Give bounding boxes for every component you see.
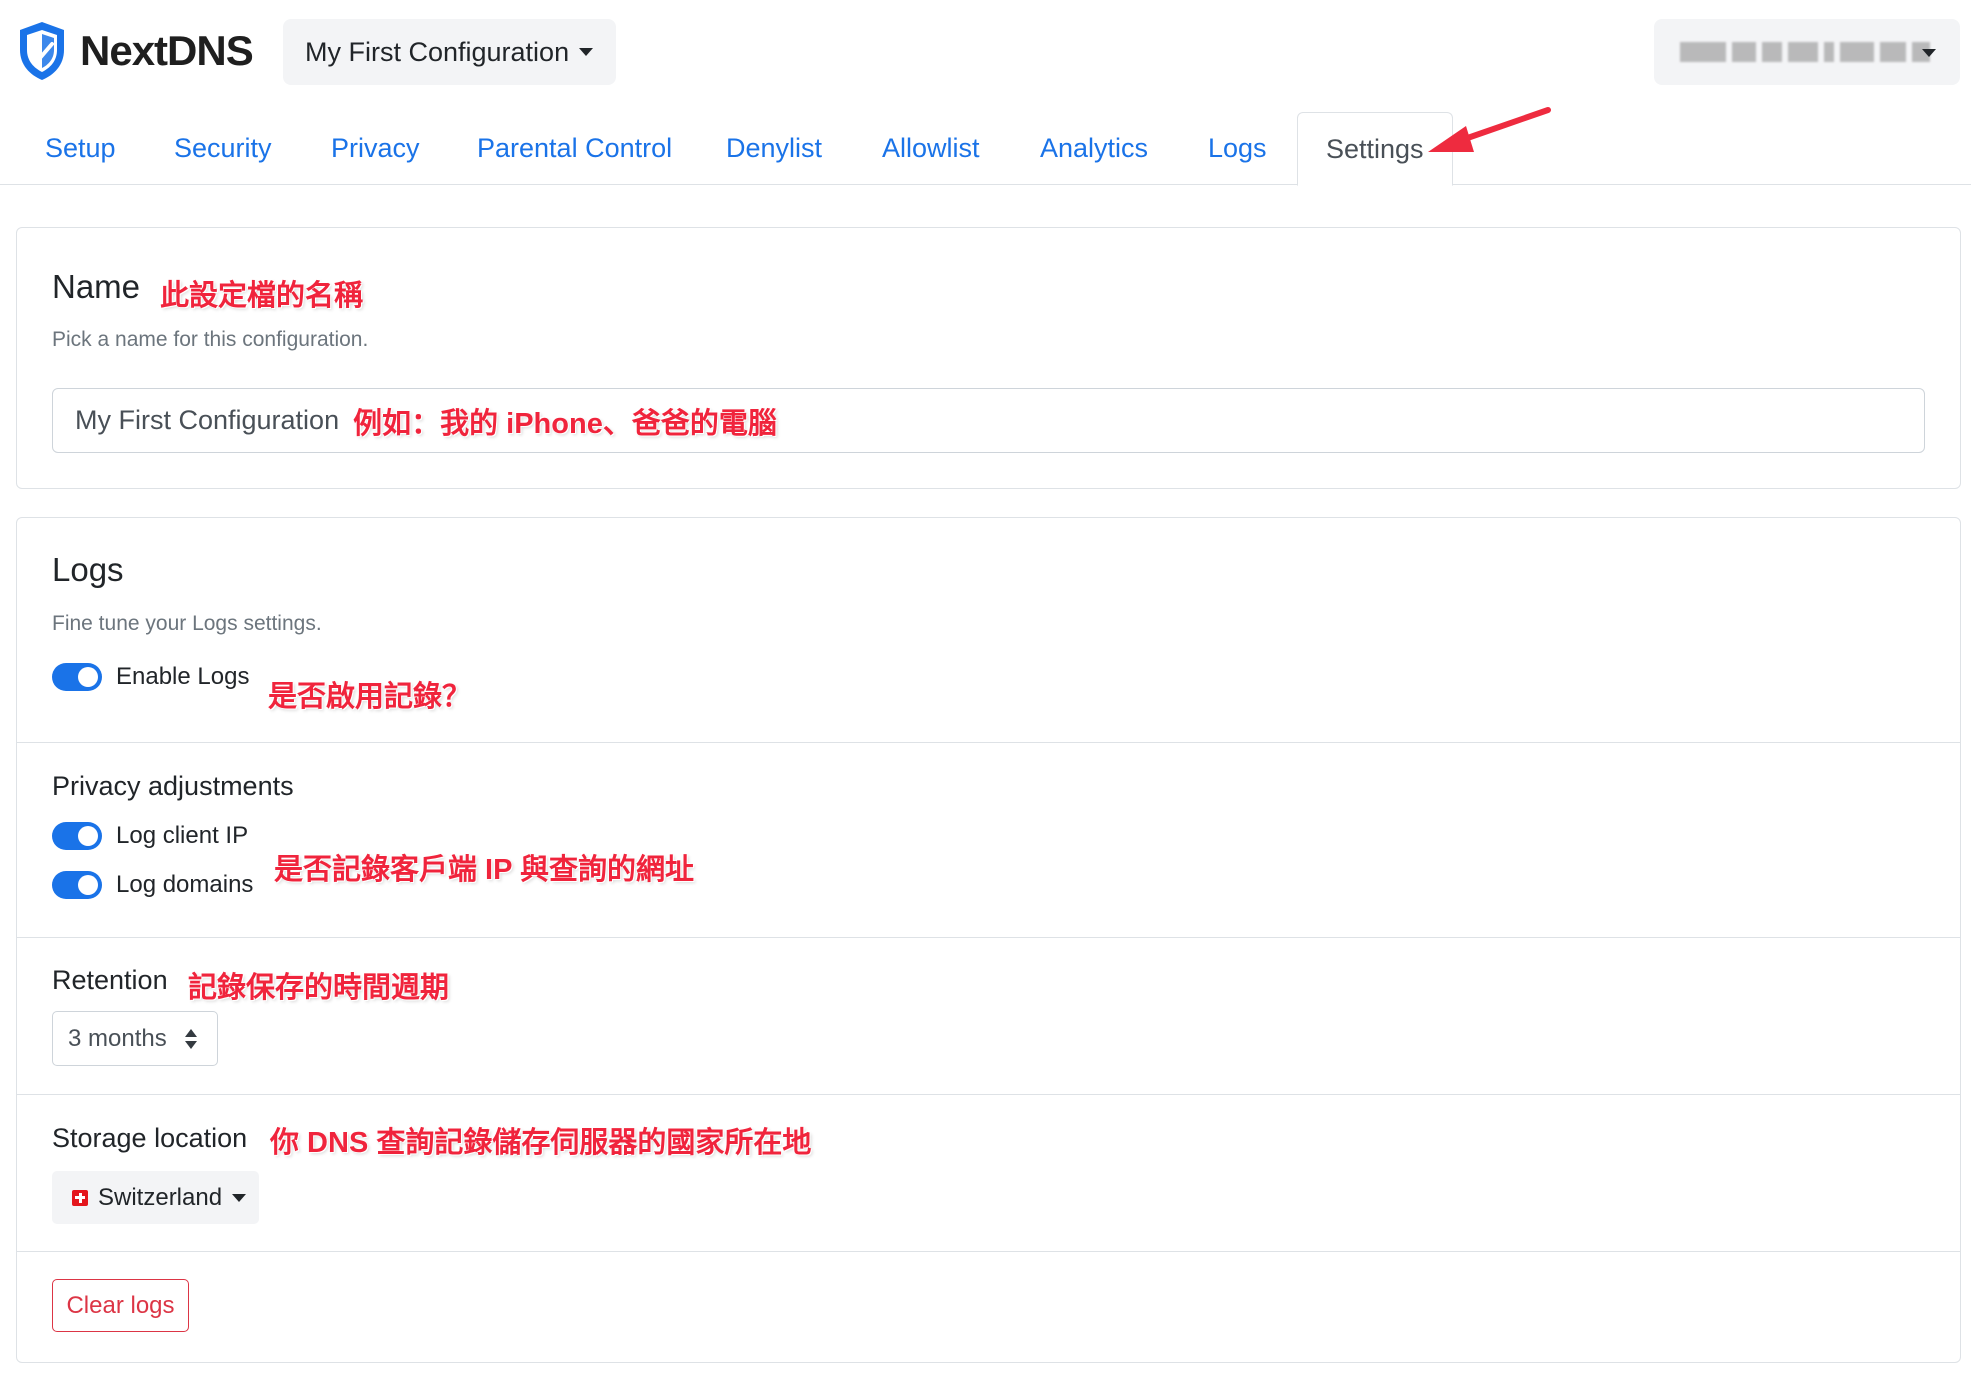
storage-location-dropdown[interactable]: Switzerland [52,1171,259,1224]
annotation-arrow-icon [1428,107,1551,152]
name-card: Name 此設定檔的名稱 Pick a name for this config… [16,227,1961,489]
tab-privacy[interactable]: Privacy [331,112,420,185]
tab-allowlist[interactable]: Allowlist [882,112,980,185]
enable-logs-row[interactable]: Enable Logs [52,663,249,691]
caret-down-icon [579,48,594,56]
retention-annotation: 記錄保存的時間週期 [188,972,450,1004]
enable-logs-annotation: 是否啟用記錄？ [268,681,472,713]
privacy-annotation: 是否記錄客戶端 IP 與查詢的網址 [274,854,694,886]
configuration-selector-label: My First Configuration [305,36,570,67]
tab-parental-control[interactable]: Parental Control [477,112,672,185]
storage-location-value: Switzerland [98,1183,223,1211]
tab-analytics[interactable]: Analytics [1040,112,1148,185]
privacy-adjustments-title: Privacy adjustments [52,771,294,801]
blurred-account-email [1680,42,1930,62]
name-description: Pick a name for this configuration. [52,328,369,351]
storage-annotation: 你 DNS 查詢記錄儲存伺服器的國家所在地 [270,1127,812,1159]
name-section-title: Name [52,268,141,305]
divider [17,1094,1960,1095]
retention-select[interactable]: 3 months [52,1011,218,1066]
configuration-name-value: My First Configuration [75,405,340,435]
shield-logo-icon [20,22,64,80]
configuration-selector[interactable]: My First Configuration [283,19,616,85]
retention-select-value: 3 months [68,1024,167,1052]
caret-down-icon [232,1193,247,1202]
log-domains-toggle[interactable] [52,871,102,899]
divider [17,742,1960,743]
account-menu[interactable] [1654,19,1960,85]
name-annotation: 此設定檔的名稱 [160,280,364,312]
log-client-ip-label: Log client IP [116,822,249,849]
tab-denylist[interactable]: Denylist [726,112,822,185]
enable-logs-toggle[interactable] [52,663,102,691]
divider [17,1251,1960,1252]
storage-location-title: Storage location [52,1123,248,1153]
logs-card: Logs Fine tune your Logs settings. Enabl… [16,517,1961,1363]
configuration-name-input[interactable]: My First Configuration 例如：我的 iPhone、爸爸的電… [52,388,1925,453]
tab-security[interactable]: Security [174,112,272,185]
nav-tabs: Setup Security Privacy Parental Control … [0,112,1971,186]
name-input-annotation: 例如：我的 iPhone、爸爸的電腦 [353,407,777,440]
retention-title: Retention [52,965,168,995]
log-domains-row[interactable]: Log domains [52,871,253,899]
logs-section-title: Logs [52,551,124,588]
select-arrows-icon [185,1029,197,1049]
brand-logo[interactable]: NextDNS [16,20,254,82]
tab-logs[interactable]: Logs [1208,112,1267,185]
clear-logs-button[interactable]: Clear logs [52,1279,189,1332]
log-domains-label: Log domains [116,871,254,898]
log-client-ip-toggle[interactable] [52,822,102,850]
log-client-ip-row[interactable]: Log client IP [52,822,248,850]
top-header: NextDNS My First Configuration [0,0,1971,108]
logs-description: Fine tune your Logs settings. [52,612,322,635]
brand-name: NextDNS [80,27,254,74]
caret-down-icon [1922,49,1936,57]
divider [17,937,1960,938]
enable-logs-label: Enable Logs [116,663,250,690]
swiss-flag-icon [72,1189,88,1206]
tab-setup[interactable]: Setup [45,112,116,185]
